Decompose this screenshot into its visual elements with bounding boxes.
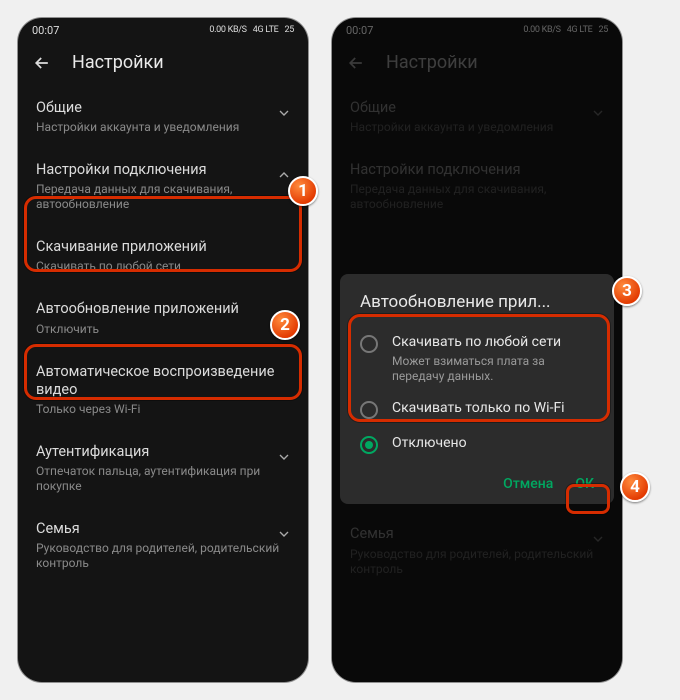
section-general: Общие Настройки аккаунта и уведомления — [332, 87, 622, 149]
annotation-badge-4: 4 — [620, 472, 650, 502]
section-title: Семья — [350, 525, 604, 543]
status-time: 00:07 — [32, 24, 59, 37]
section-title: Общие — [36, 99, 290, 117]
status-sig: 4G LTE — [253, 25, 279, 35]
chevron-down-icon — [590, 105, 606, 121]
section-subtitle: Отпечаток пальца, аутентификация при пок… — [36, 464, 290, 494]
status-time: 00:07 — [346, 24, 373, 37]
section-subtitle: Только через Wi-Fi — [36, 402, 290, 417]
section-general[interactable]: Общие Настройки аккаунта и уведомления — [18, 87, 308, 149]
settings-header: Настройки — [18, 42, 308, 87]
section-subtitle: Скачивать по любой сети — [36, 259, 290, 274]
radio-icon — [360, 335, 378, 353]
phone-right: 00:07 0.00 KB/S 4G LTE 25 Настройки Общи… — [332, 18, 622, 682]
header-title: Настройки — [72, 52, 164, 73]
section-subtitle: Настройки аккаунта и уведомления — [350, 120, 604, 135]
section-autoplay[interactable]: Автоматическое воспроизведение видео Тол… — [18, 351, 308, 431]
section-family: Семья Руководство для родителей, родител… — [332, 513, 622, 590]
autoupdate-dialog: Автообновление прил... Скачивать по любо… — [340, 274, 614, 504]
section-subtitle: Отключить — [36, 322, 290, 337]
radio-icon — [360, 401, 378, 419]
chevron-down-icon — [276, 105, 292, 121]
section-title: Настройки подключения — [36, 161, 290, 179]
status-sig: 4G LTE — [567, 25, 593, 35]
section-connection[interactable]: Настройки подключения Передача данных дл… — [18, 149, 308, 226]
section-subtitle: Настройки аккаунта и уведомления — [36, 120, 290, 135]
section-subtitle: Руководство для родителей, родительский … — [36, 541, 290, 571]
phone-left: 00:07 0.00 KB/S 4G LTE 25 Настройки Общи… — [18, 18, 308, 682]
section-title: Автообновление приложений — [36, 300, 290, 318]
status-net: 0.00 KB/S — [209, 25, 246, 35]
chevron-down-icon — [590, 531, 606, 547]
back-arrow-icon[interactable] — [32, 53, 52, 73]
dialog-buttons: Отмена ОК — [354, 470, 600, 494]
dialog-option-disabled[interactable]: Отключено — [354, 427, 600, 462]
chevron-up-icon — [276, 167, 292, 183]
radio-icon — [360, 436, 378, 454]
option-title: Скачивать по любой сети — [392, 334, 594, 352]
section-subtitle: Передача данных для скачивания, автообно… — [350, 182, 604, 212]
status-bar: 00:07 0.00 KB/S 4G LTE 25 — [332, 18, 622, 42]
section-title: Автоматическое воспроизведение видео — [36, 363, 290, 399]
header-title: Настройки — [386, 52, 478, 73]
status-right: 0.00 KB/S 4G LTE 25 — [523, 25, 608, 35]
option-subtitle: Может взиматься плата за передачу данных… — [392, 354, 594, 384]
dialog-option-any-network[interactable]: Скачивать по любой сети Может взиматься … — [354, 326, 600, 392]
section-title: Аутентификация — [36, 443, 290, 461]
section-auth[interactable]: Аутентификация Отпечаток пальца, аутенти… — [18, 431, 308, 508]
section-autoupdate[interactable]: Автообновление приложений Отключить — [18, 288, 308, 350]
section-download[interactable]: Скачивание приложений Скачивать по любой… — [18, 226, 308, 288]
cancel-button[interactable]: Отмена — [503, 476, 553, 492]
section-subtitle: Передача данных для скачивания, автообно… — [36, 182, 290, 212]
status-right: 0.00 KB/S 4G LTE 25 — [209, 25, 294, 35]
status-net: 0.00 KB/S — [523, 25, 560, 35]
status-batt: 25 — [284, 25, 294, 35]
section-subtitle: Руководство для родителей, родительский … — [350, 547, 604, 577]
section-title: Настройки подключения — [350, 161, 604, 179]
back-arrow-icon — [346, 53, 366, 73]
chevron-down-icon — [276, 526, 292, 542]
section-connection: Настройки подключения Передача данных дл… — [332, 149, 622, 226]
section-title: Скачивание приложений — [36, 238, 290, 256]
chevron-down-icon — [276, 449, 292, 465]
section-title: Семья — [36, 520, 290, 538]
dialog-option-wifi-only[interactable]: Скачивать только по Wi-Fi — [354, 392, 600, 427]
dialog-title: Автообновление прил... — [354, 292, 600, 312]
status-bar: 00:07 0.00 KB/S 4G LTE 25 — [18, 18, 308, 42]
section-family[interactable]: Семья Руководство для родителей, родител… — [18, 508, 308, 585]
settings-header: Настройки — [332, 42, 622, 87]
status-batt: 25 — [598, 25, 608, 35]
ok-button[interactable]: ОК — [575, 476, 594, 492]
option-title: Отключено — [392, 435, 467, 453]
option-title: Скачивать только по Wi-Fi — [392, 400, 565, 418]
section-title: Общие — [350, 99, 604, 117]
